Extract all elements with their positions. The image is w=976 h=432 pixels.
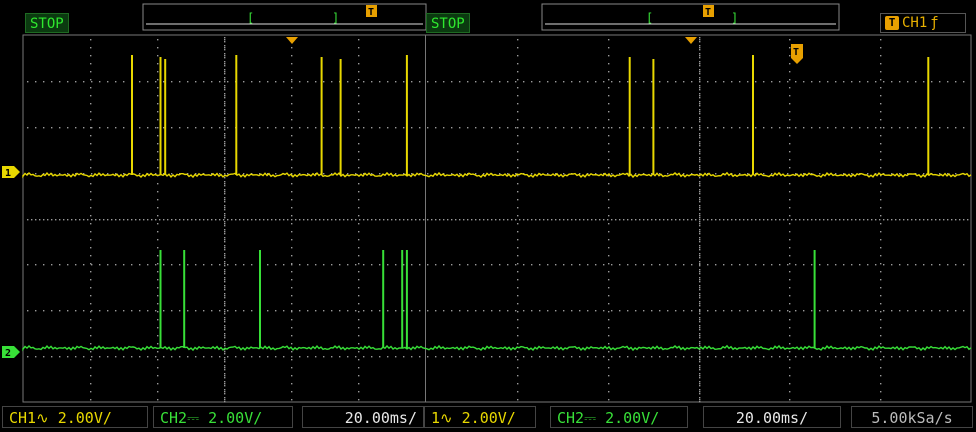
svg-text:T: T bbox=[368, 7, 374, 18]
memory-position-bar-right: [ ] bbox=[541, 3, 840, 31]
trigger-time-marker-icon bbox=[286, 37, 298, 44]
ch2-level-marker: 2 bbox=[2, 346, 20, 359]
timebase-right: 20.00ms/ bbox=[703, 406, 841, 428]
ch2-scale-right: CH2⎓ 2.00V/ bbox=[550, 406, 688, 428]
svg-text:1: 1 bbox=[5, 168, 11, 179]
trigger-position-icon: T bbox=[703, 5, 714, 18]
trigger-source-badge: T CH1 ƒ bbox=[880, 13, 966, 33]
run-status-right: STOP bbox=[426, 13, 470, 33]
svg-text:2: 2 bbox=[5, 348, 11, 359]
svg-text:]: ] bbox=[332, 11, 339, 25]
sample-rate: 5.00kSa/s bbox=[851, 406, 973, 428]
memory-position-bar-left: [ ] bbox=[142, 3, 427, 31]
ch2-baseline bbox=[22, 344, 972, 352]
trigger-time-marker-icon bbox=[685, 37, 697, 44]
run-status-left: STOP bbox=[25, 13, 69, 33]
svg-text:[: [ bbox=[646, 11, 653, 25]
trigger-icon: T bbox=[885, 16, 899, 30]
ch1-scale-right: 1∿ 2.00V/ bbox=[424, 406, 536, 428]
svg-text:T: T bbox=[705, 7, 711, 18]
trigger-source: CH1 bbox=[902, 15, 928, 31]
trigger-position-icon: T bbox=[366, 5, 377, 18]
trigger-level-icon: T bbox=[791, 44, 803, 64]
ch1-scale: CH1∿ 2.00V/ bbox=[2, 406, 148, 428]
svg-text:T: T bbox=[793, 47, 799, 58]
status-bar: CH1∿ 2.00V/ CH2⎓ 2.00V/ 20.00ms/ 1∿ 2.00… bbox=[0, 404, 976, 432]
traces bbox=[22, 55, 972, 352]
svg-text:]: ] bbox=[731, 11, 738, 25]
svg-text:[: [ bbox=[247, 11, 254, 25]
oscilloscope-screen: [ ] [ ] T T T 1 2 STOP STOP T CH1 ƒ CH1∿… bbox=[0, 0, 976, 432]
waveform-display: [ ] [ ] T T T 1 2 bbox=[2, 3, 972, 403]
timebase: 20.00ms/ bbox=[302, 406, 424, 428]
ch1-level-marker: 1 bbox=[2, 166, 20, 179]
ch2-scale: CH2⎓ 2.00V/ bbox=[153, 406, 293, 428]
trigger-edge-icon: ƒ bbox=[930, 15, 939, 31]
